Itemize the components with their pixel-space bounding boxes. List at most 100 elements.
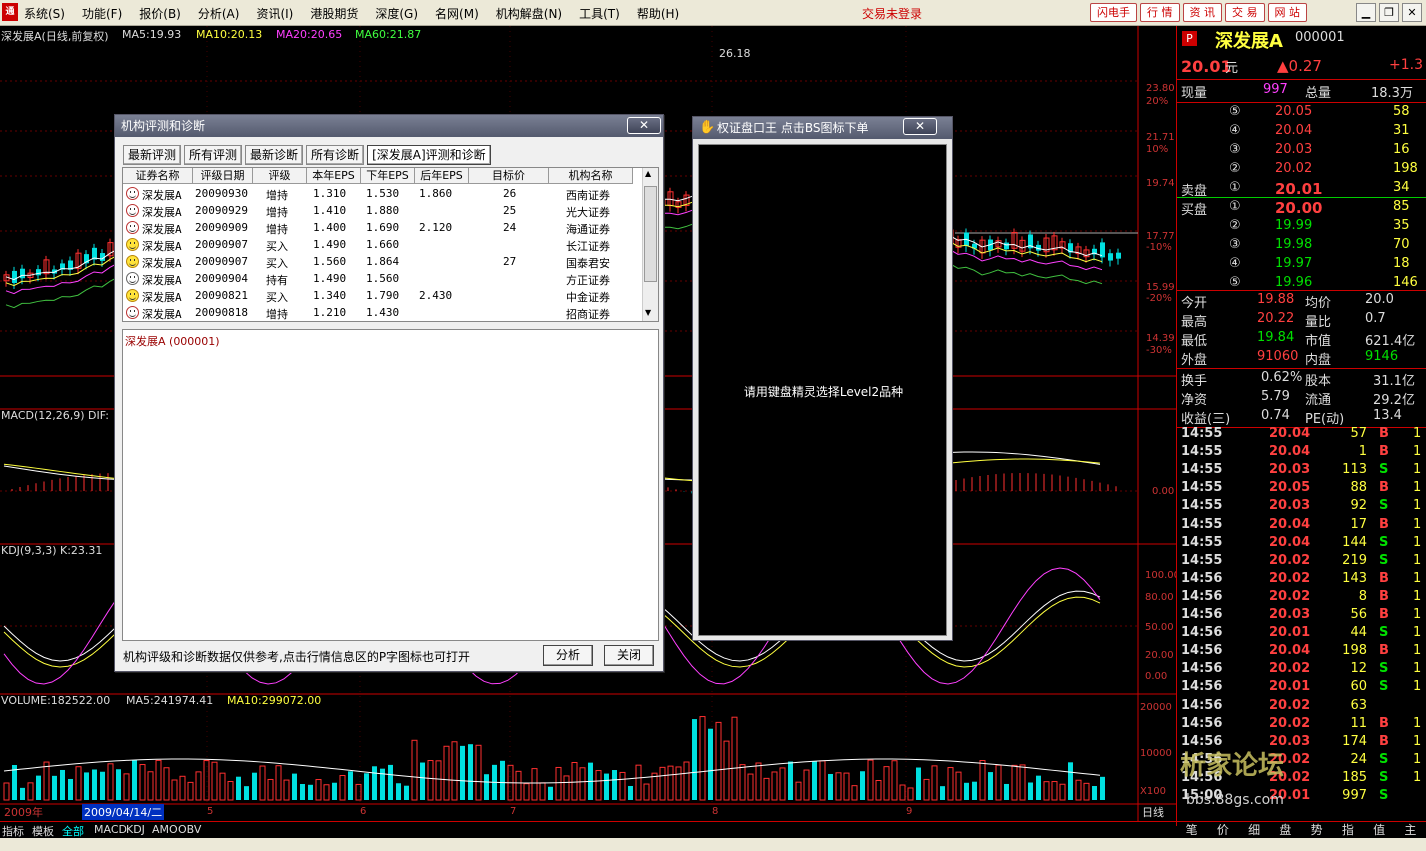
quote-cell: 19.84 [1257, 330, 1295, 345]
indicator-tab-2[interactable]: 全部 [62, 823, 84, 839]
quote-cell: 29.2亿 [1373, 393, 1415, 408]
rating-row[interactable]: 深发展A 20090904 持有 1.490 1.560 方正证券 [123, 270, 643, 287]
rating-tab-1[interactable]: 所有评测 [184, 145, 243, 165]
quote-tab-3[interactable]: 盘 [1270, 822, 1301, 839]
quick-button-1[interactable]: 行 情 [1140, 3, 1180, 22]
rating-row[interactable]: 深发展A 20090929 增持 1.410 1.880 25 光大证券 [123, 202, 643, 219]
column-header[interactable]: 证券名称 [123, 168, 193, 184]
indicator-tab-6[interactable]: OBV [178, 823, 201, 836]
quote-cell: 19.96 [1275, 275, 1313, 290]
menu-item-2[interactable]: 报价(B) [139, 5, 181, 22]
dialog-title[interactable]: 机构评测和诊断 [115, 115, 663, 137]
indicator-tab-4[interactable]: KDJ [126, 823, 145, 836]
rating-table-scrollbar[interactable]: ▲ ▼ [642, 168, 658, 321]
quote-tab-6[interactable]: 值 [1364, 822, 1395, 839]
quick-button-3[interactable]: 交 易 [1225, 3, 1265, 22]
menu-item-7[interactable]: 名网(M) [435, 5, 479, 22]
menu-item-5[interactable]: 港股期货 [310, 5, 358, 22]
quote-cell: S [1379, 788, 1389, 803]
minimize-icon[interactable]: ▁ [1356, 3, 1376, 22]
rating-row[interactable]: 深发展A 20090909 增持 1.400 1.690 2.120 24 海通证券 [123, 219, 643, 236]
quote-cell: 1 [1413, 625, 1422, 641]
watermark-url: bbs.88gs.com [1186, 792, 1284, 808]
column-header[interactable]: 后年EPS [415, 168, 469, 184]
quote-cell: 1 [1413, 607, 1422, 622]
quote-tab-1[interactable]: 价 [1207, 822, 1238, 839]
quote-cell: 14:56 [1181, 661, 1223, 677]
menu-item-9[interactable]: 工具(T) [579, 5, 620, 22]
column-header[interactable]: 评级 [253, 168, 307, 184]
indicator-tab-5[interactable]: AMO [152, 823, 178, 836]
column-header[interactable]: 评级日期 [193, 168, 253, 184]
rating-row[interactable]: 深发展A 20090907 买入 1.560 1.864 27 国泰君安 [123, 253, 643, 270]
quick-button-4[interactable]: 网 站 [1267, 3, 1307, 22]
quote-tab-5[interactable]: 指 [1332, 822, 1363, 839]
rating-tab-4[interactable]: [深发展A]评测和诊断 [367, 145, 491, 165]
tick-row: 14:55 20.04 57 B 1 [1177, 426, 1426, 445]
quote-cell: 20.02 [1269, 661, 1311, 677]
quote-cell: 股本 [1305, 374, 1332, 389]
menu-item-4[interactable]: 资讯(I) [256, 5, 293, 22]
quote-cell: 19.88 [1257, 292, 1295, 307]
restore-icon[interactable]: ❐ [1379, 3, 1399, 22]
indicator-tab-0[interactable]: 指标 [2, 823, 24, 839]
dialog2-close-icon[interactable]: ✕ [903, 118, 937, 135]
quick-button-2[interactable]: 资 讯 [1182, 3, 1222, 22]
menu-item-8[interactable]: 机构解盘(N) [496, 5, 562, 22]
quote-cell: ⑤ [1229, 104, 1241, 119]
quick-button-0[interactable]: 闪电手 [1090, 3, 1137, 22]
quote-cell: B [1379, 643, 1389, 659]
rating-table[interactable]: 证券名称 评级日期 评级 本年EPS 下年EPS 后年EPS 目标价 机构名称 深发展A 200… [122, 167, 659, 322]
rating-cell-name: 深发展A [142, 206, 182, 219]
quote-cell: 20.03 [1269, 607, 1311, 622]
column-header[interactable]: 机构名称 [549, 168, 633, 184]
rating-tab-3[interactable]: 所有诊断 [306, 145, 365, 165]
rating-row[interactable]: 深发展A 20090818 增持 1.210 1.430 招商证券 [123, 304, 643, 321]
rating-tab-2[interactable]: 最新诊断 [245, 145, 304, 165]
rating-row[interactable]: 深发展A 20090930 增持 1.310 1.530 1.860 26 西南证券 [123, 185, 643, 202]
column-header[interactable]: 下年EPS [361, 168, 415, 184]
column-header[interactable]: 目标价 [469, 168, 549, 184]
rating-tab-0[interactable]: 最新评测 [123, 145, 182, 165]
indicator-tab-1[interactable]: 模板 [32, 823, 54, 839]
kdj-axis-label: 20.00 [1145, 650, 1174, 661]
rating-cell-eps1: 1.340 [313, 289, 347, 302]
quote-cell: 收益(三) [1181, 412, 1231, 427]
indicator-tab-3[interactable]: MACD [94, 823, 127, 836]
quote-cell: 70 [1393, 237, 1410, 252]
menu-item-6[interactable]: 深度(G) [375, 5, 418, 22]
quote-tab-2[interactable]: 细 [1239, 822, 1270, 839]
tick-row: 14:56 20.02 63 [1177, 698, 1426, 717]
quote-cell: 60 [1350, 679, 1367, 695]
analyze-button[interactable]: 分析 [543, 645, 593, 666]
quote-cell: 1 [1413, 751, 1422, 767]
quote-cell: 20.02 [1269, 697, 1311, 713]
column-header[interactable]: 本年EPS [307, 168, 361, 184]
menu-item-10[interactable]: 帮助(H) [637, 5, 679, 22]
menu-item-1[interactable]: 功能(F) [82, 5, 122, 22]
menu-item-3[interactable]: 分析(A) [198, 5, 240, 22]
quote-tab-4[interactable]: 势 [1301, 822, 1332, 839]
dialog-close-icon[interactable]: ✕ [627, 117, 661, 134]
quote-cell: 量比 [1305, 315, 1332, 330]
rating-cell-eps2: 1.560 [366, 272, 400, 285]
x-axis-month-label: 7 [510, 806, 517, 817]
quote-tab-0[interactable]: 笔 [1176, 822, 1207, 839]
menu-item-0[interactable]: 系统(S) [24, 5, 65, 22]
period-label[interactable]: 日线 [1142, 804, 1164, 820]
rating-row[interactable]: 深发展A 20090907 买入 1.490 1.660 长江证券 [123, 236, 643, 253]
rating-cell-name: 深发展A [142, 223, 182, 236]
p-icon[interactable]: P [1182, 31, 1197, 46]
quote-cell: 1 [1413, 661, 1422, 677]
login-status[interactable]: 交易未登录 [862, 5, 922, 22]
quote-cell: 14:56 [1181, 715, 1223, 731]
close-icon[interactable]: ✕ [1402, 3, 1422, 22]
quote-cell: 1 [1413, 462, 1422, 478]
close-button[interactable]: 关闭 [604, 645, 654, 666]
quote-tab-7[interactable]: 主 [1395, 822, 1426, 839]
rating-row[interactable]: 深发展A 20090821 买入 1.340 1.790 2.430 中金证券 [123, 287, 643, 304]
x-axis-month-label: 9 [906, 806, 913, 817]
quote-cell: 174 [1342, 733, 1367, 749]
quote-panel-tabs: 笔价细盘势指值主 [1176, 821, 1426, 839]
dialog2-body: 请用键盘精灵选择Level2品种 [698, 144, 947, 636]
